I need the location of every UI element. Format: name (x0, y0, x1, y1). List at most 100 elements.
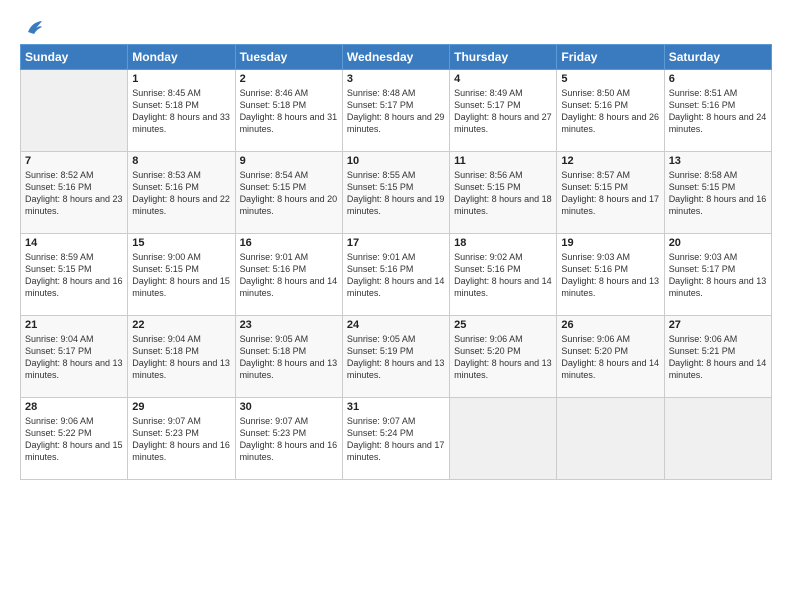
day-info: Sunrise: 8:46 AMSunset: 5:18 PMDaylight:… (240, 87, 338, 136)
day-info: Sunrise: 9:06 AMSunset: 5:21 PMDaylight:… (669, 333, 767, 382)
day-info: Sunrise: 8:58 AMSunset: 5:15 PMDaylight:… (669, 169, 767, 218)
day-number: 11 (454, 155, 552, 167)
day-cell: 17Sunrise: 9:01 AMSunset: 5:16 PMDayligh… (342, 234, 449, 316)
day-info: Sunrise: 9:03 AMSunset: 5:17 PMDaylight:… (669, 251, 767, 300)
day-cell: 24Sunrise: 9:05 AMSunset: 5:19 PMDayligh… (342, 316, 449, 398)
day-info: Sunrise: 8:53 AMSunset: 5:16 PMDaylight:… (132, 169, 230, 218)
day-info: Sunrise: 8:50 AMSunset: 5:16 PMDaylight:… (561, 87, 659, 136)
day-info: Sunrise: 9:06 AMSunset: 5:22 PMDaylight:… (25, 415, 123, 464)
weekday-tuesday: Tuesday (235, 45, 342, 70)
day-number: 28 (25, 401, 123, 413)
day-cell: 27 Sunrise: 9:06 AMSunset: 5:21 PMDayligh… (664, 316, 771, 398)
day-info: Sunrise: 8:59 AMSunset: 5:15 PMDaylight:… (25, 251, 123, 300)
logo-bird-icon (22, 18, 44, 40)
weekday-header-row: SundayMondayTuesdayWednesdayThursdayFrid… (21, 45, 772, 70)
day-number: 13 (669, 155, 767, 167)
day-info: Sunrise: 8:48 AMSunset: 5:17 PMDaylight:… (347, 87, 445, 136)
day-number: 27 (669, 319, 767, 331)
day-info: Sunrise: 8:54 AMSunset: 5:15 PMDaylight:… (240, 169, 338, 218)
day-info: Sunrise: 9:07 AMSunset: 5:23 PMDaylight:… (240, 415, 338, 464)
day-number: 7 (25, 155, 123, 167)
week-row-1: 7 Sunrise: 8:52 AMSunset: 5:16 PMDaylight… (21, 152, 772, 234)
day-number: 21 (25, 319, 123, 331)
day-cell: 22 Sunrise: 9:04 AMSunset: 5:18 PMDayligh… (128, 316, 235, 398)
week-row-3: 21 Sunrise: 9:04 AMSunset: 5:17 PMDayligh… (21, 316, 772, 398)
day-number: 19 (561, 237, 659, 249)
day-info: Sunrise: 9:01 AMSunset: 5:16 PMDaylight:… (240, 251, 338, 300)
day-cell (664, 398, 771, 480)
day-number: 5 (561, 73, 659, 85)
weekday-thursday: Thursday (450, 45, 557, 70)
day-cell: 16Sunrise: 9:01 AMSunset: 5:16 PMDayligh… (235, 234, 342, 316)
day-info: Sunrise: 8:49 AMSunset: 5:17 PMDaylight:… (454, 87, 552, 136)
day-cell: 26Sunrise: 9:06 AMSunset: 5:20 PMDayligh… (557, 316, 664, 398)
day-number: 3 (347, 73, 445, 85)
day-number: 29 (132, 401, 230, 413)
day-cell: 9Sunrise: 8:54 AMSunset: 5:15 PMDaylight… (235, 152, 342, 234)
day-cell: 12 Sunrise: 8:57 AMSunset: 5:15 PMDayligh… (557, 152, 664, 234)
day-info: Sunrise: 8:56 AMSunset: 5:15 PMDaylight:… (454, 169, 552, 218)
week-row-4: 28 Sunrise: 9:06 AMSunset: 5:22 PMDayligh… (21, 398, 772, 480)
page-header (20, 18, 772, 36)
day-cell: 14Sunrise: 8:59 AMSunset: 5:15 PMDayligh… (21, 234, 128, 316)
day-cell: 29 Sunrise: 9:07 AMSunset: 5:23 PMDayligh… (128, 398, 235, 480)
day-cell: 5 Sunrise: 8:50 AMSunset: 5:16 PMDaylight… (557, 70, 664, 152)
day-number: 25 (454, 319, 552, 331)
day-info: Sunrise: 9:07 AMSunset: 5:24 PMDaylight:… (347, 415, 445, 464)
day-cell: 6 Sunrise: 8:51 AMSunset: 5:16 PMDaylight… (664, 70, 771, 152)
day-number: 31 (347, 401, 445, 413)
day-info: Sunrise: 8:55 AMSunset: 5:15 PMDaylight:… (347, 169, 445, 218)
day-info: Sunrise: 8:57 AMSunset: 5:15 PMDaylight:… (561, 169, 659, 218)
weekday-wednesday: Wednesday (342, 45, 449, 70)
day-number: 6 (669, 73, 767, 85)
day-cell: 18 Sunrise: 9:02 AMSunset: 5:16 PMDayligh… (450, 234, 557, 316)
day-cell: 20 Sunrise: 9:03 AMSunset: 5:17 PMDayligh… (664, 234, 771, 316)
day-info: Sunrise: 9:00 AMSunset: 5:15 PMDaylight:… (132, 251, 230, 300)
day-cell: 31 Sunrise: 9:07 AMSunset: 5:24 PMDayligh… (342, 398, 449, 480)
day-cell: 11 Sunrise: 8:56 AMSunset: 5:15 PMDayligh… (450, 152, 557, 234)
day-cell: 4Sunrise: 8:49 AMSunset: 5:17 PMDaylight… (450, 70, 557, 152)
day-number: 10 (347, 155, 445, 167)
day-info: Sunrise: 9:03 AMSunset: 5:16 PMDaylight:… (561, 251, 659, 300)
calendar-page: SundayMondayTuesdayWednesdayThursdayFrid… (0, 0, 792, 612)
day-info: Sunrise: 9:07 AMSunset: 5:23 PMDaylight:… (132, 415, 230, 464)
weekday-saturday: Saturday (664, 45, 771, 70)
day-info: Sunrise: 9:02 AMSunset: 5:16 PMDaylight:… (454, 251, 552, 300)
day-number: 1 (132, 73, 230, 85)
day-cell: 19 Sunrise: 9:03 AMSunset: 5:16 PMDayligh… (557, 234, 664, 316)
day-cell: 23Sunrise: 9:05 AMSunset: 5:18 PMDayligh… (235, 316, 342, 398)
day-number: 8 (132, 155, 230, 167)
day-cell: 10 Sunrise: 8:55 AMSunset: 5:15 PMDayligh… (342, 152, 449, 234)
day-number: 12 (561, 155, 659, 167)
day-info: Sunrise: 8:51 AMSunset: 5:16 PMDaylight:… (669, 87, 767, 136)
day-cell: 28 Sunrise: 9:06 AMSunset: 5:22 PMDayligh… (21, 398, 128, 480)
weekday-monday: Monday (128, 45, 235, 70)
day-number: 26 (561, 319, 659, 331)
logo (20, 18, 44, 36)
day-number: 17 (347, 237, 445, 249)
day-cell: 15 Sunrise: 9:00 AMSunset: 5:15 PMDayligh… (128, 234, 235, 316)
day-info: Sunrise: 9:06 AMSunset: 5:20 PMDaylight:… (454, 333, 552, 382)
day-number: 20 (669, 237, 767, 249)
day-cell: 30Sunrise: 9:07 AMSunset: 5:23 PMDayligh… (235, 398, 342, 480)
day-cell: 13 Sunrise: 8:58 AMSunset: 5:15 PMDayligh… (664, 152, 771, 234)
day-info: Sunrise: 9:05 AMSunset: 5:19 PMDaylight:… (347, 333, 445, 382)
week-row-2: 14Sunrise: 8:59 AMSunset: 5:15 PMDayligh… (21, 234, 772, 316)
day-number: 18 (454, 237, 552, 249)
day-info: Sunrise: 9:04 AMSunset: 5:18 PMDaylight:… (132, 333, 230, 382)
day-cell (21, 70, 128, 152)
day-cell (557, 398, 664, 480)
day-cell: 1 Sunrise: 8:45 AMSunset: 5:18 PMDaylight… (128, 70, 235, 152)
day-number: 15 (132, 237, 230, 249)
day-cell: 21 Sunrise: 9:04 AMSunset: 5:17 PMDayligh… (21, 316, 128, 398)
day-number: 2 (240, 73, 338, 85)
day-number: 22 (132, 319, 230, 331)
day-info: Sunrise: 8:52 AMSunset: 5:16 PMDaylight:… (25, 169, 123, 218)
calendar-table: SundayMondayTuesdayWednesdayThursdayFrid… (20, 44, 772, 480)
day-number: 23 (240, 319, 338, 331)
day-info: Sunrise: 8:45 AMSunset: 5:18 PMDaylight:… (132, 87, 230, 136)
weekday-friday: Friday (557, 45, 664, 70)
day-info: Sunrise: 9:04 AMSunset: 5:17 PMDaylight:… (25, 333, 123, 382)
day-cell: 2 Sunrise: 8:46 AMSunset: 5:18 PMDaylight… (235, 70, 342, 152)
day-cell: 25 Sunrise: 9:06 AMSunset: 5:20 PMDayligh… (450, 316, 557, 398)
